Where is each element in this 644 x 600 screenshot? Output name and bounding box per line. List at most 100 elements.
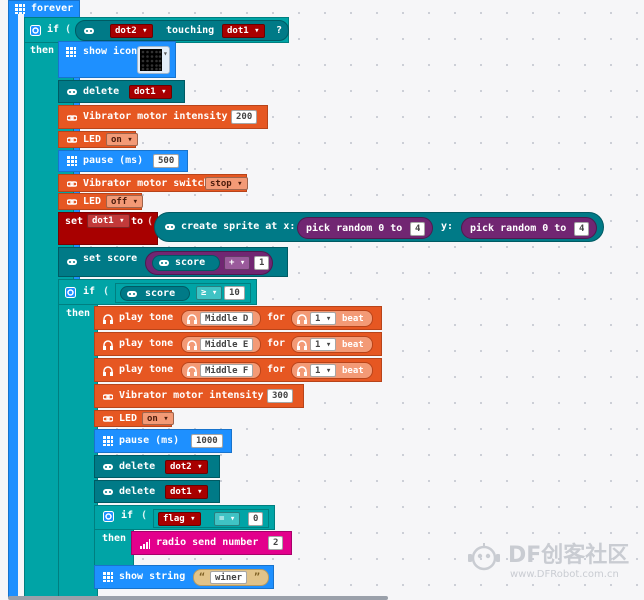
note-reporter[interactable]: Middle E [181, 336, 261, 353]
variable-dropdown[interactable]: dot2 ▾ [165, 460, 208, 474]
variable-dropdown-dot2[interactable]: dot2 ▾ [110, 24, 153, 38]
set-score-label: set score [83, 253, 138, 264]
vibrator-switch-label: Vibrator motor switch [83, 178, 210, 189]
beats-dropdown[interactable]: 1 ▾ [310, 312, 337, 325]
compare-predicate[interactable]: score ≥ ▾ 10 [115, 283, 251, 303]
pause-block[interactable]: pause (ms) 500 [58, 150, 188, 172]
delete-block[interactable]: delete dot1 ▾ [94, 480, 220, 503]
if-header[interactable]: if ( flag ▾ = ▾ 0 [94, 505, 275, 530]
math-reporter[interactable]: score + ▾ 1 [145, 251, 273, 275]
play-tone-block[interactable]: play tone Middle D for 1 ▾ beat [94, 306, 382, 330]
beats-dropdown[interactable]: 1 ▾ [310, 338, 337, 351]
led-dropdown[interactable]: on ▾ [142, 412, 174, 425]
beat-reporter[interactable]: 1 ▾ beat [291, 310, 373, 327]
then-label: then [102, 533, 127, 544]
show-string-block[interactable]: show string “ winer ” [94, 565, 274, 589]
play-tone-block[interactable]: play tone Middle E for 1 ▾ beat [94, 332, 382, 356]
number-input[interactable]: 4 [410, 222, 426, 236]
variable-dropdown[interactable]: dot1 ▾ [165, 485, 208, 499]
delete-block[interactable]: delete dot1 ▾ [58, 80, 185, 103]
create-sprite-label: create sprite at x: [181, 221, 296, 232]
number-input[interactable]: 10 [224, 286, 245, 300]
then-label: then [30, 45, 55, 56]
led-block[interactable]: LED on ▾ [58, 131, 138, 148]
headphones-icon [103, 314, 113, 324]
beat-reporter[interactable]: 1 ▾ beat [291, 362, 373, 379]
number-input[interactable]: 1 [254, 256, 270, 270]
radio-send-block[interactable]: radio send number 2 [131, 531, 292, 555]
variable-dropdown[interactable]: dot1 ▾ [87, 214, 130, 228]
number-input[interactable]: 0 [248, 512, 264, 526]
gear-icon[interactable] [30, 25, 41, 36]
beat-label: beat [342, 314, 364, 324]
gear-icon[interactable] [103, 511, 114, 522]
number-input[interactable]: 300 [267, 389, 294, 403]
led-dropdown[interactable]: on ▾ [106, 133, 138, 146]
grid-icon [15, 4, 25, 14]
string-reporter[interactable]: “ winer ” [193, 569, 269, 586]
vibrator-intensity-block[interactable]: Vibrator motor intensity 300 [94, 384, 304, 408]
operator-dropdown[interactable]: ≥ ▾ [196, 286, 223, 300]
pause-block[interactable]: pause (ms) 1000 [94, 429, 232, 453]
variable-dropdown[interactable]: flag ▾ [158, 512, 201, 526]
question-mark: ? [276, 25, 283, 36]
pick-random-reporter[interactable]: pick random 0 to 4 [297, 217, 433, 239]
switch-dropdown[interactable]: stop ▾ [205, 177, 248, 190]
then-label: then [66, 308, 91, 319]
vibrator-switch-block[interactable]: Vibrator motor switch stop ▾ [58, 174, 248, 192]
led-matrix-field[interactable]: ▾ [137, 46, 170, 74]
number-input[interactable]: 4 [574, 222, 590, 236]
score-reporter[interactable]: score [152, 255, 220, 271]
if-block-outer[interactable] [58, 279, 98, 600]
play-tone-block[interactable]: play tone Middle F for 1 ▾ beat [94, 358, 382, 382]
note-dropdown[interactable]: Middle D [200, 312, 254, 325]
note-dropdown[interactable]: Middle F [200, 364, 254, 377]
pick-random-reporter[interactable]: pick random 0 to 4 [461, 217, 597, 239]
create-sprite-reporter[interactable]: create sprite at x: pick random 0 to 4 y… [154, 212, 604, 242]
headphones-icon [187, 340, 197, 350]
number-input[interactable]: 2 [268, 536, 284, 550]
watermark-url: www.DFRobot.com.cn [510, 569, 619, 580]
delete-block[interactable]: delete dot2 ▾ [94, 455, 220, 478]
show-string-label: show string [119, 571, 186, 582]
operator-dropdown[interactable]: = ▾ [214, 512, 241, 526]
note-reporter[interactable]: Middle D [181, 310, 261, 327]
compare-predicate[interactable]: flag ▾ = ▾ 0 [153, 509, 269, 528]
note-reporter[interactable]: Middle F [181, 362, 261, 379]
beat-reporter[interactable]: 1 ▾ beat [291, 336, 373, 353]
if-header[interactable]: if ( score ≥ ▾ 10 [58, 279, 257, 305]
show-icon-block[interactable]: show icon ▾ [58, 41, 176, 78]
operator-dropdown[interactable]: + ▾ [224, 256, 251, 270]
link-icon [103, 414, 113, 424]
beats-value: 1 [315, 340, 321, 350]
number-input[interactable]: 500 [153, 154, 180, 168]
forever-label: forever [31, 3, 74, 14]
variable-dropdown[interactable]: dot1 ▾ [129, 85, 172, 99]
set-score-block[interactable]: set score score + ▾ 1 [58, 247, 288, 277]
led-block[interactable]: LED on ▾ [94, 410, 174, 427]
pick-random-label: pick random 0 to [306, 223, 403, 234]
var-name: dot1 [227, 26, 249, 36]
number-input[interactable]: 1000 [191, 434, 223, 448]
if-label: if [83, 286, 96, 297]
paren: ( [103, 286, 110, 297]
score-reporter[interactable]: score [120, 286, 190, 301]
operator-value: ≥ [201, 288, 207, 298]
touching-label: touching [166, 25, 215, 36]
variable-dropdown-dot1[interactable]: dot1 ▾ [222, 24, 265, 38]
vibrator-intensity-block[interactable]: Vibrator motor intensity 200 [58, 105, 268, 129]
set-variable-block[interactable]: set dot1 ▾ to ( [58, 212, 158, 245]
gear-icon[interactable] [65, 287, 76, 298]
led-block[interactable]: LED off ▾ [58, 193, 144, 210]
headphones-icon [103, 366, 113, 376]
number-input[interactable]: 200 [231, 110, 258, 124]
note-dropdown[interactable]: Middle E [200, 338, 254, 351]
beat-label: beat [342, 366, 364, 376]
string-input[interactable]: winer [210, 571, 248, 584]
horizontal-scrollbar[interactable] [8, 596, 388, 600]
score-label: score [175, 257, 206, 268]
if-header[interactable]: if ( dot2 ▾ touching dot1 ▾ ? [24, 17, 289, 43]
led-dropdown[interactable]: off ▾ [106, 195, 144, 208]
beats-dropdown[interactable]: 1 ▾ [310, 364, 337, 377]
touching-predicate[interactable]: dot2 ▾ touching dot1 ▾ ? [75, 20, 289, 41]
